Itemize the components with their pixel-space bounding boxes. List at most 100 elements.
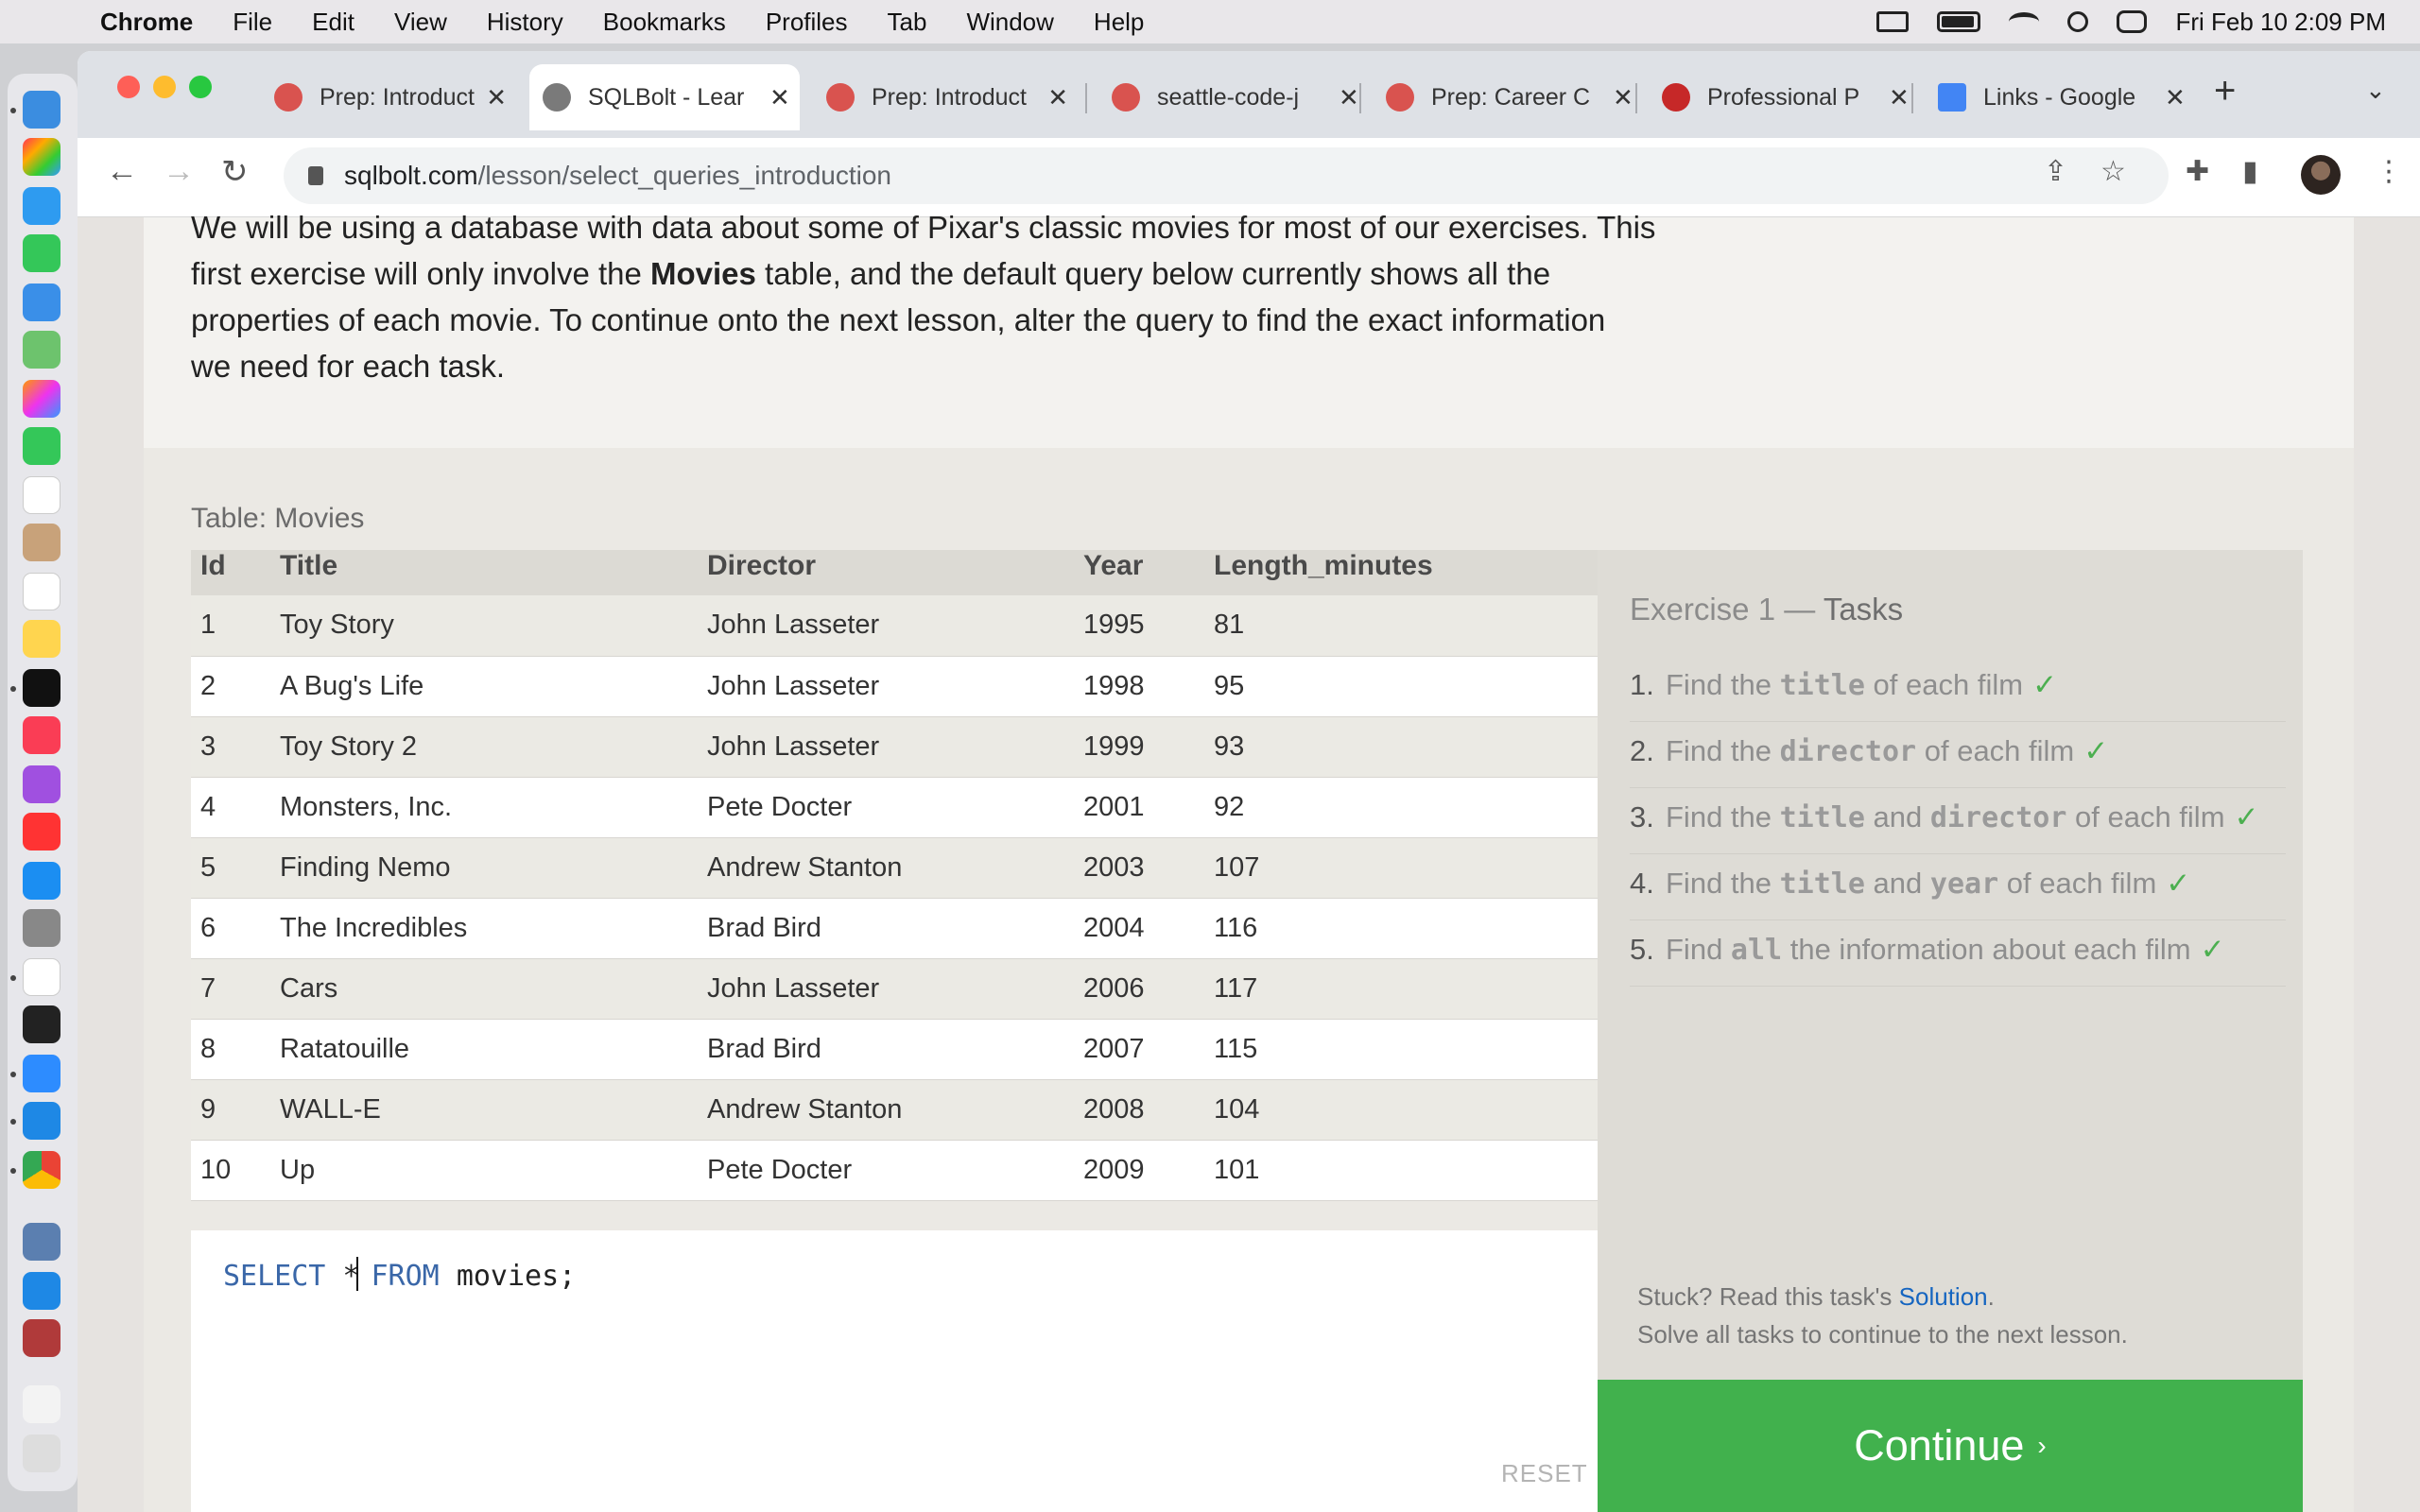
spotlight-search-icon[interactable] — [2067, 11, 2089, 32]
tab-favicon-icon — [1112, 83, 1140, 112]
zoom-window-button[interactable] — [189, 76, 212, 98]
table-cell: 104 — [1204, 1079, 1598, 1141]
mail-icon[interactable] — [23, 284, 60, 321]
more-menu-icon[interactable]: ⋮ — [2375, 155, 2403, 188]
solution-link[interactable]: Solution — [1899, 1282, 1988, 1311]
reminders-icon[interactable] — [23, 573, 60, 610]
safari-icon[interactable] — [23, 187, 60, 225]
calendar-icon[interactable] — [23, 476, 60, 514]
intro-line: We will be using a database with data ab… — [191, 210, 1656, 245]
menu-profiles[interactable]: Profiles — [766, 8, 848, 37]
tab-title: SQLBolt - Lear — [588, 83, 745, 111]
new-tab-plus-icon[interactable]: + — [2214, 70, 2236, 112]
browser-tab[interactable]: Links - Google ✕ — [1925, 64, 2189, 130]
table-cell: 2008 — [1074, 1079, 1204, 1141]
close-tab-icon[interactable]: ✕ — [2165, 83, 2186, 112]
slack-icon[interactable] — [23, 958, 60, 996]
table-cell: 95 — [1204, 656, 1598, 717]
table-cell: Toy Story — [270, 595, 698, 657]
menu-file[interactable]: File — [233, 8, 272, 37]
messages-icon[interactable] — [23, 234, 60, 272]
reset-button[interactable]: RESET — [1501, 1459, 1588, 1488]
running-indicator — [10, 686, 16, 692]
browser-tab[interactable]: Professional P ✕ — [1649, 64, 1913, 130]
profile-avatar[interactable] — [2301, 155, 2341, 195]
finder-icon[interactable] — [23, 91, 60, 129]
music-icon[interactable] — [23, 716, 60, 754]
launchpad-icon[interactable] — [23, 138, 60, 176]
notes-icon[interactable] — [23, 620, 60, 658]
close-tab-icon[interactable]: ✕ — [1339, 83, 1359, 112]
forward-arrow-icon[interactable]: → — [163, 153, 195, 190]
wifi-icon[interactable] — [2009, 12, 2040, 31]
tab-title: Prep: Introduct — [872, 83, 1027, 111]
battery-icon[interactable] — [1937, 11, 1981, 32]
share-icon[interactable]: ⇪ — [2044, 155, 2067, 188]
podcasts-icon[interactable] — [23, 765, 60, 803]
browser-tab[interactable]: Prep: Introduct ✕ — [813, 64, 1068, 130]
tab-title: Prep: Career C — [1431, 83, 1591, 111]
address-bar[interactable]: sqlbolt.com /lesson/select_queries_intro… — [284, 147, 2169, 204]
menu-view[interactable]: View — [394, 8, 447, 37]
maps-icon[interactable] — [23, 331, 60, 369]
task-keyword: all — [1730, 934, 1783, 967]
browser-tab[interactable]: seattle-code-j ✕ — [1098, 64, 1363, 130]
menu-history[interactable]: History — [487, 8, 563, 37]
table-row: 1 Toy Story John Lasseter 1995 81 — [191, 595, 1598, 657]
dictionary-icon[interactable] — [23, 1319, 60, 1357]
side-panel-icon[interactable]: ▮ — [2242, 155, 2258, 188]
browser-tab-active[interactable]: SQLBolt - Lear ✕ — [529, 64, 800, 130]
browser-tab[interactable]: Prep: Introduct ✕ — [261, 64, 507, 130]
chrome-icon[interactable] — [23, 1151, 60, 1189]
photos-icon[interactable] — [23, 380, 60, 418]
menu-app-name[interactable]: Chrome — [100, 8, 193, 37]
menu-help[interactable]: Help — [1094, 8, 1144, 37]
lock-icon[interactable] — [308, 166, 323, 185]
table-cell: John Lasseter — [698, 595, 1074, 657]
menu-bookmarks[interactable]: Bookmarks — [603, 8, 726, 37]
vscode-icon[interactable] — [23, 1272, 60, 1310]
sql-keyword: SELECT — [223, 1260, 326, 1293]
terminal-icon[interactable] — [23, 1005, 60, 1043]
control-center-icon[interactable] — [2117, 10, 2148, 33]
close-tab-icon[interactable]: ✕ — [1889, 83, 1910, 112]
preview-icon[interactable] — [23, 1223, 60, 1261]
menu-clock[interactable]: Fri Feb 10 2:09 PM — [2175, 8, 2386, 37]
tab-favicon-icon — [274, 83, 302, 112]
table-cell: A Bug's Life — [270, 656, 698, 717]
minimize-window-button[interactable] — [153, 76, 176, 98]
system-settings-icon[interactable] — [23, 909, 60, 947]
zoom-icon[interactable] — [23, 1055, 60, 1092]
vscode-icon[interactable] — [23, 1102, 60, 1140]
table-cell: 6 — [191, 898, 270, 959]
font-book-icon[interactable] — [23, 1385, 60, 1423]
apple-tv-icon[interactable] — [23, 669, 60, 707]
facetime-icon[interactable] — [23, 427, 60, 465]
close-tab-icon[interactable]: ✕ — [769, 83, 790, 112]
continue-button[interactable]: Continue › — [1598, 1380, 2303, 1512]
menu-edit[interactable]: Edit — [312, 8, 354, 37]
sql-query-text[interactable]: SELECT * FROM movies; — [223, 1257, 576, 1293]
bookmark-star-icon[interactable]: ☆ — [2100, 155, 2126, 188]
close-window-button[interactable] — [117, 76, 140, 98]
display-icon[interactable] — [1876, 11, 1910, 32]
help-suffix: . — [1987, 1282, 1995, 1311]
menu-window[interactable]: Window — [966, 8, 1053, 37]
contacts-icon[interactable] — [23, 524, 60, 561]
task-text-part: Find the — [1666, 668, 1780, 701]
sql-query-editor[interactable]: SELECT * FROM movies; — [191, 1230, 1598, 1512]
browser-tab[interactable]: Prep: Career C ✕ — [1373, 64, 1637, 130]
tab-favicon-icon — [1386, 83, 1414, 112]
close-tab-icon[interactable]: ✕ — [1613, 83, 1634, 112]
close-tab-icon[interactable]: ✕ — [486, 83, 507, 112]
app-store-icon[interactable] — [23, 862, 60, 900]
back-arrow-icon[interactable]: ← — [106, 153, 138, 190]
close-tab-icon[interactable]: ✕ — [1047, 83, 1068, 112]
news-icon[interactable] — [23, 813, 60, 850]
menu-tab[interactable]: Tab — [888, 8, 927, 37]
reload-icon[interactable]: ↻ — [221, 153, 249, 191]
tab-search-chevron-icon[interactable]: ⌄ — [2365, 76, 2386, 105]
trash-icon[interactable] — [23, 1435, 60, 1472]
table-cell: 92 — [1204, 777, 1598, 838]
extensions-puzzle-icon[interactable]: ✚ — [2186, 155, 2209, 188]
